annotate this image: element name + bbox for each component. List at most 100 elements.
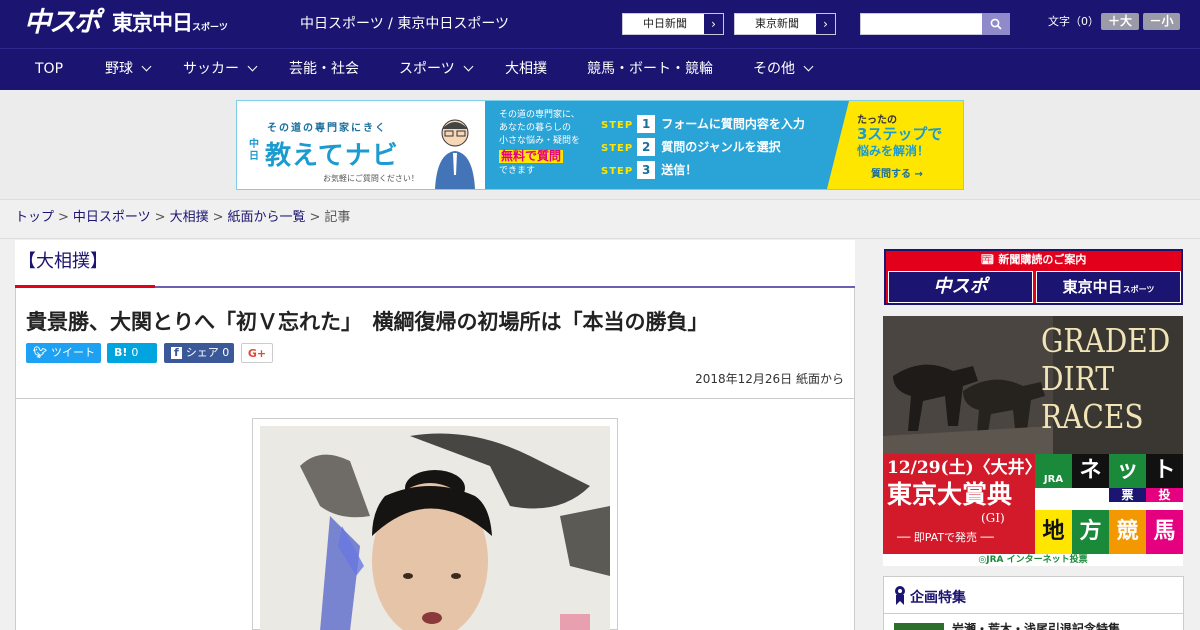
subscribe-tokyo-label: 東京中日	[1062, 278, 1123, 296]
article-date: 2018年12月26日 紙面から	[695, 372, 844, 386]
nav-label: その他	[753, 61, 795, 77]
nav-label: サッカー	[183, 61, 239, 77]
subscribe-title-text: 新聞購読のご案内	[998, 253, 1087, 266]
google-plus-button[interactable]: G+	[241, 343, 273, 363]
race-ad-title: GRADED DIRT RACES	[1041, 321, 1171, 436]
tweet-button[interactable]: 🐦︎ ツイート	[26, 343, 101, 363]
nav-label: TOP	[35, 61, 64, 77]
feature-title: 企画特集	[910, 590, 966, 606]
breadcrumb-sep: >	[58, 210, 69, 225]
ad-right-line: 3ステップで	[857, 125, 943, 143]
sumo-wrestler-photo-icon	[260, 426, 610, 630]
facebook-share-button[interactable]: f シェア 0	[164, 343, 234, 363]
jra-logo: JRA	[1035, 454, 1072, 488]
twitter-icon: 🐦︎	[33, 346, 47, 359]
subscribe-tokyo-button[interactable]: 東京中日スポーツ	[1036, 271, 1181, 303]
grid-char: ネ	[1072, 454, 1109, 488]
chuspo-logo[interactable]: 中スポ	[24, 6, 101, 40]
nav-label: スポーツ	[399, 61, 455, 77]
article-category: 【大相撲】	[18, 251, 108, 272]
nav-racing[interactable]: 競馬・ボート・競輪	[587, 49, 713, 91]
step-word: STEP	[601, 120, 634, 131]
ad-note: お気軽にご質問ください！	[323, 174, 419, 183]
step-number: 3	[637, 161, 656, 179]
article-main: 【大相撲】 貴景勝、大関とりへ「初Ｖ忘れた」 横綱復帰の初場所は「本当の勝負」 …	[15, 240, 855, 630]
grid-char: 方	[1072, 510, 1109, 554]
font-smaller-button[interactable]: －小	[1143, 13, 1180, 30]
article-headline: 貴景勝、大関とりへ「初Ｖ忘れた」 横綱復帰の初場所は「本当の勝負」	[26, 310, 709, 334]
article-photo-frame	[252, 418, 618, 630]
grid-char: ト	[1146, 454, 1183, 488]
ad-right-line: 悩みを解消！	[857, 144, 930, 158]
nav-soccer[interactable]: サッカー	[183, 49, 258, 91]
tokyo-logo-text: 東京中日	[112, 11, 193, 35]
ad-step-3: STEP 3 送信！	[601, 161, 697, 179]
grid-char: 投	[1146, 488, 1183, 502]
subscribe-chuspo-button[interactable]: 中スポ	[888, 271, 1033, 303]
hatena-bookmark-button[interactable]: B! 0	[107, 343, 157, 363]
nav-sports[interactable]: スポーツ	[399, 49, 474, 91]
hatena-icon: B!	[114, 346, 128, 359]
nav-entertainment[interactable]: 芸能・社会	[289, 49, 359, 91]
ad-mid-line: あなたの暮らしの	[499, 123, 572, 133]
breadcrumb-sep: >	[309, 210, 321, 225]
step-number: 2	[637, 138, 656, 156]
fb-share-label: シェア	[185, 346, 219, 359]
grid-filler	[1109, 454, 1146, 488]
search-input[interactable]	[860, 13, 982, 35]
ad-mid-highlight: 無料で質問	[499, 149, 564, 163]
search-icon	[990, 18, 1002, 30]
grid-char: 馬	[1146, 510, 1183, 554]
breadcrumb-divider	[0, 238, 1200, 239]
jra-race-ad[interactable]: GRADED DIRT RACES 12/29(土)〈大井〉 東京大賞典 (GI…	[883, 316, 1183, 566]
fb-share-count: 0	[222, 346, 230, 359]
search-button[interactable]	[982, 13, 1010, 35]
tokyo-logo-sub: スポーツ	[192, 23, 228, 33]
breadcrumb-chunichi-sports[interactable]: 中日スポーツ	[73, 210, 151, 225]
race-ad-pat: ── 即PATで発売 ──	[897, 531, 994, 544]
oshiete-navi-ad[interactable]: その道の専門家にきく 中日 教えてナビ お気軽にご質問ください！ その道の専門家…	[236, 100, 964, 190]
site-names: 中日スポーツ / 東京中日スポーツ	[300, 16, 510, 32]
tweet-label: ツイート	[50, 346, 95, 359]
nav-label: 競馬・ボート・競輪	[587, 61, 713, 77]
ribbon-icon	[895, 586, 905, 605]
tokyo-shimbun-link[interactable]: 東京新聞 ›	[734, 13, 836, 35]
breadcrumb-top[interactable]: トップ	[15, 210, 54, 225]
feature-box: 企画特集 岩瀬・荒木・浅尾引退記念特集	[883, 576, 1184, 630]
feature-item-link[interactable]: 岩瀬・荒木・浅尾引退記念特集	[952, 621, 1120, 630]
race-ad-grid: JRA ネ ッ ト 投 票 地 方 競 馬	[1035, 454, 1183, 554]
subscribe-title: 📰︎ 新聞購読のご案内	[886, 253, 1181, 267]
nav-other[interactable]: その他	[753, 49, 814, 91]
article-photo[interactable]	[260, 426, 610, 630]
ad-step-2: STEP 2 質問のジャンルを選択	[601, 138, 781, 156]
font-larger-button[interactable]: ＋大	[1101, 13, 1139, 30]
step-text: 送信！	[661, 163, 698, 177]
racehorses-illustration-icon	[883, 316, 1053, 454]
breadcrumb-sumo[interactable]: 大相撲	[170, 210, 209, 225]
chevron-right-icon: ›	[815, 14, 835, 34]
ad-mid-panel: その道の専門家に、 あなたの暮らしの 小さな悩み・疑問を 無料で質問 できます	[485, 101, 599, 189]
chevron-down-icon	[803, 61, 814, 72]
ad-area: その道の専門家にきく 中日 教えてナビ お気軽にご質問ください！ その道の専門家…	[0, 90, 1200, 200]
nav-baseball[interactable]: 野球	[105, 49, 152, 91]
ad-step-1: STEP 1 フォームに質問内容を入力	[601, 115, 805, 133]
ad-left-panel: その道の専門家にきく 中日 教えてナビ お気軽にご質問ください！	[237, 101, 485, 189]
newspaper-icon: 📰︎	[980, 253, 999, 266]
step-text: フォームに質問内容を入力	[661, 117, 805, 131]
breadcrumb-paper-list[interactable]: 紙面から一覧	[228, 210, 306, 225]
ad-mid-line: 小さな悩み・疑問を	[499, 136, 581, 146]
breadcrumb-sep: >	[154, 210, 166, 225]
feature-divider	[884, 613, 1183, 614]
subscribe-box: 📰︎ 新聞購読のご案内 中スポ 東京中日スポーツ	[884, 249, 1183, 305]
feature-thumbnail[interactable]	[894, 623, 944, 630]
tokyo-chunichi-logo[interactable]: 東京中日スポーツ	[112, 9, 228, 42]
chunichi-shimbun-link[interactable]: 中日新聞 ›	[622, 13, 724, 35]
grid-char: 地	[1035, 510, 1072, 554]
ad-cta[interactable]: 質問する →	[871, 165, 923, 180]
ad-tagline: その道の専門家にきく	[267, 123, 387, 134]
breadcrumb: トップ > 中日スポーツ > 大相撲 > 紙面から一覧 > 記事	[15, 210, 350, 226]
nav-sumo[interactable]: 大相撲	[505, 49, 547, 91]
nav-top[interactable]: TOP	[35, 49, 63, 91]
chevron-down-icon	[247, 61, 258, 72]
hatena-count: 0	[131, 346, 139, 359]
